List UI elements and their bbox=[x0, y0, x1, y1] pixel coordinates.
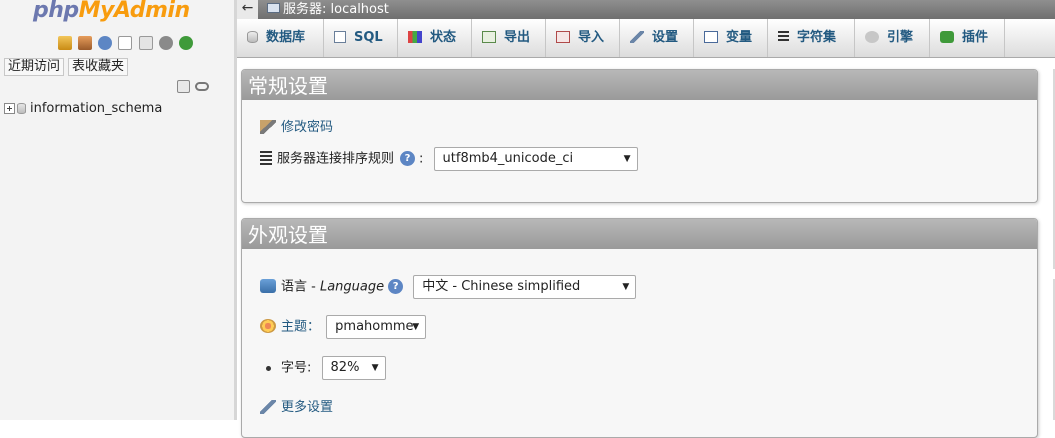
fontsize-select-value: 82% bbox=[330, 360, 360, 375]
breadcrumb-server-link[interactable]: 服务器: localhost bbox=[283, 1, 389, 18]
nav-resizer[interactable] bbox=[234, 0, 237, 420]
general-settings-title: 常规设置 bbox=[242, 70, 1037, 100]
more-settings-row: 更多设置 bbox=[260, 396, 333, 420]
server-icon bbox=[267, 3, 280, 13]
language-label-italic: Language bbox=[319, 279, 385, 295]
back-arrow-icon[interactable]: ← bbox=[237, 0, 258, 19]
collation-help-icon[interactable]: ? bbox=[400, 150, 416, 166]
exit-icon[interactable] bbox=[78, 35, 93, 50]
appearance-settings-panel: 外观设置 语言 - Language? 中文 - Chinese simplif… bbox=[241, 218, 1038, 438]
link-icon[interactable] bbox=[195, 82, 209, 91]
collation-colon: : bbox=[419, 151, 424, 167]
home-icon[interactable] bbox=[58, 35, 72, 50]
language-select[interactable]: 中文 - Chinese simplified ▼ bbox=[413, 275, 637, 299]
tab-label: 导出 bbox=[504, 30, 531, 45]
favorite-tables-tab[interactable]: 表收藏夹 bbox=[68, 58, 129, 76]
chevron-down-icon: ▼ bbox=[622, 282, 630, 292]
fontsize-label: 字号: bbox=[281, 360, 312, 376]
logo-php-text: php bbox=[33, 0, 79, 23]
theme-select[interactable]: pmahomme ▼ bbox=[326, 315, 427, 339]
tab-label: 状态 bbox=[430, 30, 457, 45]
bullet-icon bbox=[266, 365, 271, 371]
change-password-link[interactable]: 修改密码 bbox=[281, 120, 333, 135]
status-icon bbox=[408, 30, 422, 43]
charset-icon bbox=[778, 30, 789, 43]
reload-icon[interactable] bbox=[178, 35, 193, 50]
tab-status[interactable]: 状态 bbox=[398, 19, 472, 57]
theme-label[interactable]: 主题： bbox=[281, 320, 320, 335]
nav-icon-bar bbox=[58, 35, 195, 51]
collapse-all-icon[interactable] bbox=[177, 80, 190, 93]
theme-palette-icon bbox=[260, 319, 276, 333]
appearance-settings-title: 外观设置 bbox=[242, 219, 1037, 249]
tab-label: SQL bbox=[354, 30, 383, 45]
language-icon bbox=[260, 279, 276, 293]
tab-settings[interactable]: 设置 bbox=[620, 19, 694, 57]
database-icon bbox=[247, 30, 258, 43]
recent-tables-tab[interactable]: 近期访问 bbox=[4, 58, 65, 76]
collation-select-value: utf8mb4_unicode_ci bbox=[442, 151, 574, 166]
tab-charsets[interactable]: 字符集 bbox=[768, 19, 855, 57]
tab-label: 插件 bbox=[962, 30, 989, 45]
phpmyadmin-logo[interactable]: phpMyAdmin bbox=[33, 0, 190, 23]
language-help-icon[interactable]: ? bbox=[388, 278, 404, 294]
logo-myadmin-text: MyAdmin bbox=[78, 0, 190, 23]
theme-row: 主题： pmahomme ▼ bbox=[260, 315, 427, 339]
variables-icon bbox=[704, 30, 718, 43]
db-item-label: information_schema bbox=[30, 101, 163, 116]
tab-label: 变量 bbox=[726, 30, 753, 45]
tab-label: 导入 bbox=[578, 30, 605, 45]
navigation-panel: phpMyAdmin 近期访问 表收藏夹 information_schema bbox=[0, 0, 234, 420]
fontsize-row: 字号: 82% ▼ bbox=[260, 356, 386, 380]
tab-engines[interactable]: 引擎 bbox=[855, 19, 930, 57]
collation-list-icon bbox=[260, 151, 272, 165]
sql-docs-icon[interactable] bbox=[138, 35, 153, 50]
language-select-value: 中文 - Chinese simplified bbox=[422, 279, 581, 294]
docs-icon[interactable] bbox=[118, 35, 133, 50]
db-item-information-schema[interactable]: information_schema bbox=[4, 100, 162, 118]
tab-plugins[interactable]: 插件 bbox=[930, 19, 1005, 57]
sql-icon bbox=[334, 30, 346, 43]
tab-databases[interactable]: 数据库 bbox=[237, 19, 324, 57]
expand-icon[interactable] bbox=[4, 103, 15, 114]
tab-label: 数据库 bbox=[266, 30, 306, 45]
chevron-down-icon: ▼ bbox=[412, 322, 420, 332]
tab-label: 设置 bbox=[652, 30, 679, 45]
change-password-row: 修改密码 bbox=[260, 116, 333, 140]
tab-label: 字符集 bbox=[797, 30, 837, 45]
plugin-icon bbox=[940, 30, 954, 43]
more-settings-link[interactable]: 更多设置 bbox=[281, 400, 333, 415]
export-icon bbox=[482, 30, 496, 43]
collation-label: 服务器连接排序规则 bbox=[277, 151, 395, 167]
help-icon[interactable] bbox=[98, 35, 113, 50]
main-menu: 数据库 SQL 状态 导出 导入 设置 变量 字符集 引擎 插件 bbox=[237, 19, 1055, 58]
wrench-icon bbox=[630, 30, 644, 43]
collation-select[interactable]: utf8mb4_unicode_ci ▼ bbox=[433, 147, 638, 171]
tab-sql[interactable]: SQL bbox=[324, 19, 398, 57]
wrench-icon bbox=[260, 399, 276, 414]
tab-export[interactable]: 导出 bbox=[472, 19, 546, 57]
chevron-down-icon: ▼ bbox=[371, 363, 379, 373]
general-settings-panel: 常规设置 修改密码 服务器连接排序规则?: utf8mb4_unicode_ci… bbox=[241, 69, 1038, 203]
tab-import[interactable]: 导入 bbox=[546, 19, 620, 57]
engine-icon bbox=[865, 30, 879, 43]
collation-row: 服务器连接排序规则?: utf8mb4_unicode_ci ▼ bbox=[260, 147, 638, 171]
breadcrumb: ← 服务器: localhost bbox=[237, 0, 1055, 19]
chevron-down-icon: ▼ bbox=[623, 154, 631, 164]
tab-variables[interactable]: 变量 bbox=[694, 19, 768, 57]
tab-label: 引擎 bbox=[887, 30, 914, 45]
theme-select-value: pmahomme bbox=[335, 319, 414, 334]
password-pen-icon bbox=[260, 119, 276, 134]
settings-icon[interactable] bbox=[158, 35, 173, 50]
language-row: 语言 - Language? 中文 - Chinese simplified ▼ bbox=[260, 275, 637, 299]
database-icon bbox=[17, 103, 26, 114]
language-label: 语言 - bbox=[281, 279, 320, 295]
fontsize-select[interactable]: 82% ▼ bbox=[321, 356, 386, 380]
import-icon bbox=[556, 30, 570, 43]
